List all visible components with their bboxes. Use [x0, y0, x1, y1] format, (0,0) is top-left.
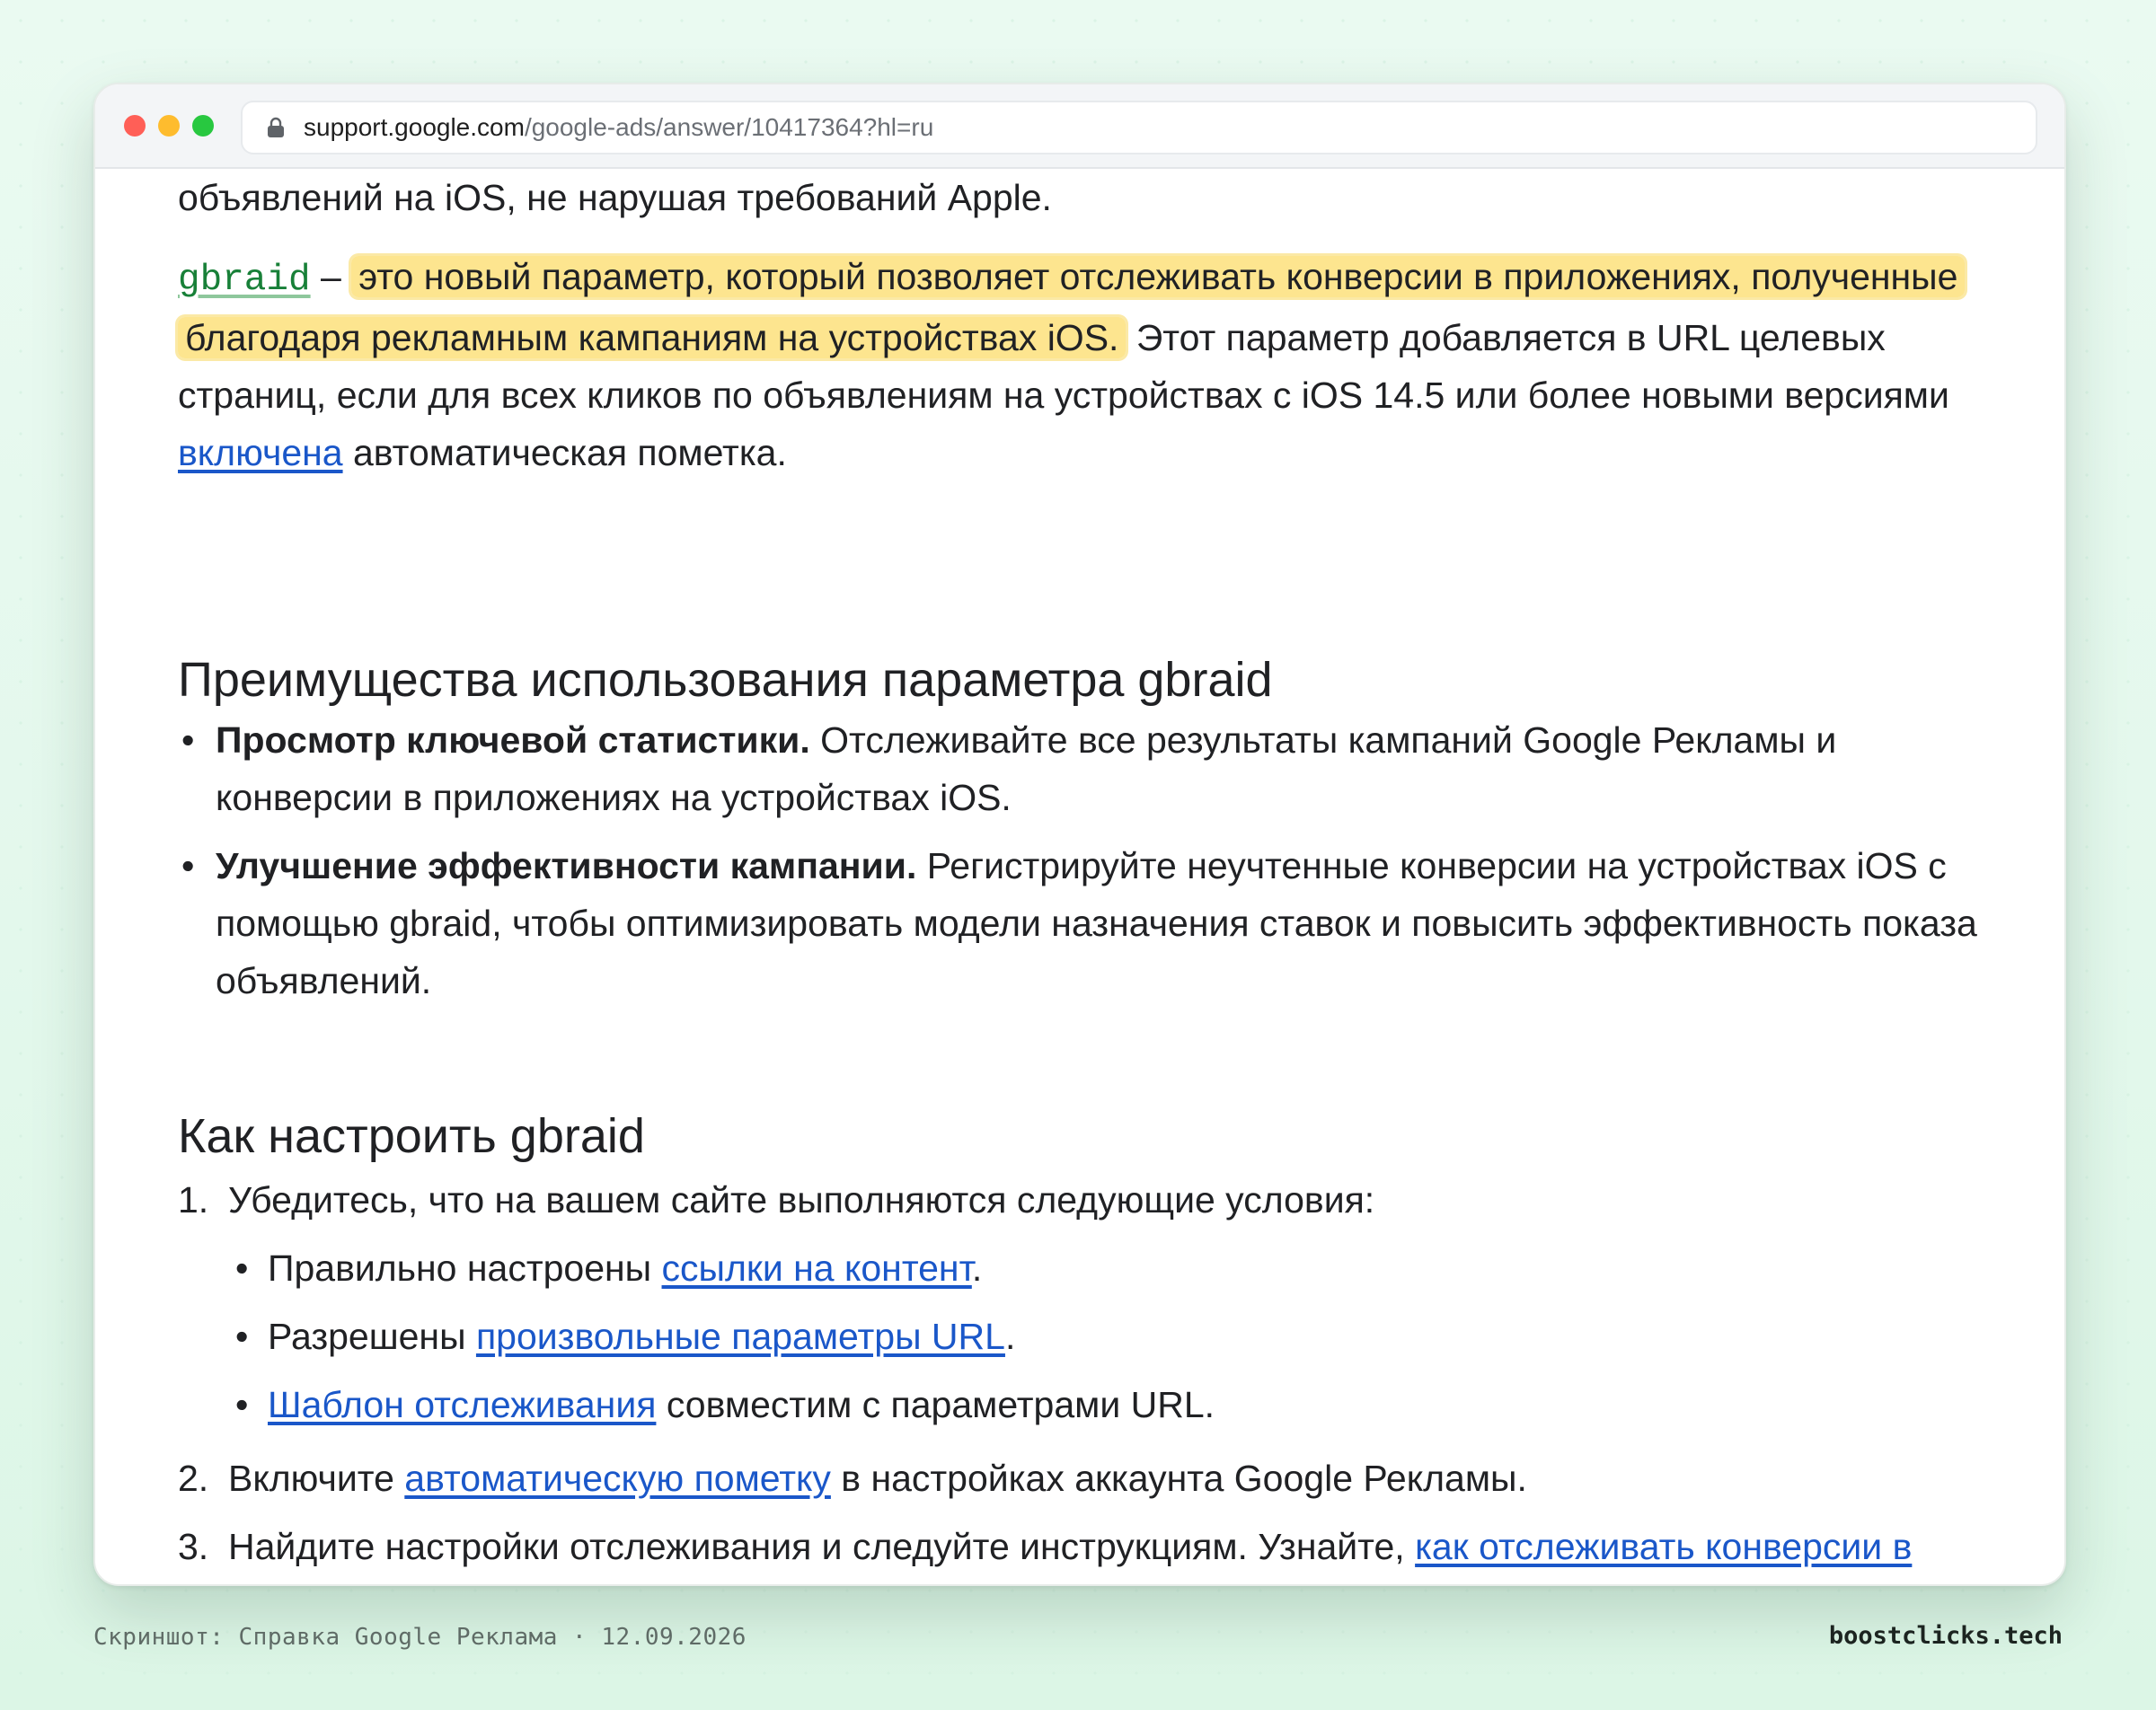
benefit-title: Улучшение эффективности кампании.	[216, 845, 917, 886]
step-text: Убедитесь, что на вашем сайте выполняютс…	[228, 1179, 1375, 1221]
tracking-template-link[interactable]: Шаблон отслеживания	[268, 1384, 656, 1425]
lock-icon	[268, 117, 284, 137]
brand-label: boostclicks.tech	[1828, 1622, 2063, 1650]
setup-step: 1. Убедитесь, что на вашем сайте выполня…	[178, 1171, 2010, 1433]
benefits-list: Просмотр ключевой статистики. Отслеживай…	[178, 711, 2010, 1020]
custom-url-parameters-link[interactable]: произвольные параметры URL	[476, 1316, 1005, 1357]
requirements-list: Правильно настроены ссылки на контент. Р…	[228, 1239, 2010, 1433]
url-path: /google-ads/answer/10417364?hl=ru	[524, 113, 934, 141]
setup-steps-list: 1. Убедитесь, что на вашем сайте выполня…	[178, 1171, 2010, 1584]
minimize-window-button[interactable]	[158, 115, 180, 137]
requirement-item: Правильно настроены ссылки на контент.	[228, 1239, 2010, 1297]
address-bar[interactable]: support.google.com/google-ads/answer/104…	[241, 101, 2037, 154]
address-bar-url: support.google.com/google-ads/answer/104…	[304, 113, 933, 142]
step-number: 3.	[178, 1526, 209, 1567]
intro-paragraph-tail: объявлений на iOS, не нарушая требований…	[178, 177, 1052, 218]
step-number: 2.	[178, 1458, 209, 1499]
benefit-title: Просмотр ключевой статистики.	[216, 719, 810, 761]
setup-heading: Как настроить gbraid	[178, 1109, 645, 1163]
step-text: Включите	[228, 1458, 405, 1499]
requirement-text: Правильно настроены	[268, 1247, 662, 1289]
gbraid-description-end: автоматическая пометка.	[342, 432, 787, 473]
requirement-text-end: .	[971, 1247, 983, 1289]
browser-window: support.google.com/google-ads/answer/104…	[93, 83, 2066, 1586]
step-text: Найдите настройки отслеживания и следуйт…	[228, 1526, 1416, 1567]
requirement-text: Разрешены	[268, 1316, 476, 1357]
benefits-heading: Преимущества использования параметра gbr…	[178, 653, 1273, 707]
screenshot-caption: Скриншот: Справка Google Реклама · 12.09…	[93, 1624, 747, 1651]
gbraid-dash: –	[310, 256, 352, 297]
step-text-end: .	[1048, 1583, 1058, 1584]
setup-step: 2. Включите автоматическую пометку в нас…	[178, 1450, 2010, 1507]
benefit-item: Улучшение эффективности кампании. Регист…	[178, 837, 2010, 1009]
auto-tagging-link[interactable]: автоматическую пометку	[404, 1458, 831, 1499]
content-links-link[interactable]: ссылки на контент	[662, 1247, 972, 1289]
close-window-button[interactable]	[124, 115, 146, 137]
setup-step: 3. Найдите настройки отслеживания и след…	[178, 1518, 2010, 1584]
browser-titlebar: support.google.com/google-ads/answer/104…	[95, 84, 2064, 169]
gbraid-paragraph: gbraid – это новый параметр, который поз…	[178, 248, 2010, 481]
requirement-item: Разрешены произвольные параметры URL.	[228, 1308, 2010, 1365]
requirement-text-end: совместим с параметрами URL.	[656, 1384, 1215, 1425]
article-content: объявлений на iOS, не нарушая требований…	[95, 169, 2064, 1584]
url-host: support.google.com	[304, 113, 525, 141]
step-number: 1.	[178, 1179, 209, 1221]
maximize-window-button[interactable]	[192, 115, 214, 137]
requirement-item: Шаблон отслеживания совместим с параметр…	[228, 1376, 2010, 1433]
gbraid-parameter-link[interactable]: gbraid	[178, 260, 311, 301]
auto-tagging-enabled-link[interactable]: включена	[178, 432, 343, 473]
step-text-end: в настройках аккаунта Google Рекламы.	[830, 1458, 1527, 1499]
benefit-item: Просмотр ключевой статистики. Отслеживай…	[178, 711, 2010, 826]
requirement-text-end: .	[1004, 1316, 1016, 1357]
